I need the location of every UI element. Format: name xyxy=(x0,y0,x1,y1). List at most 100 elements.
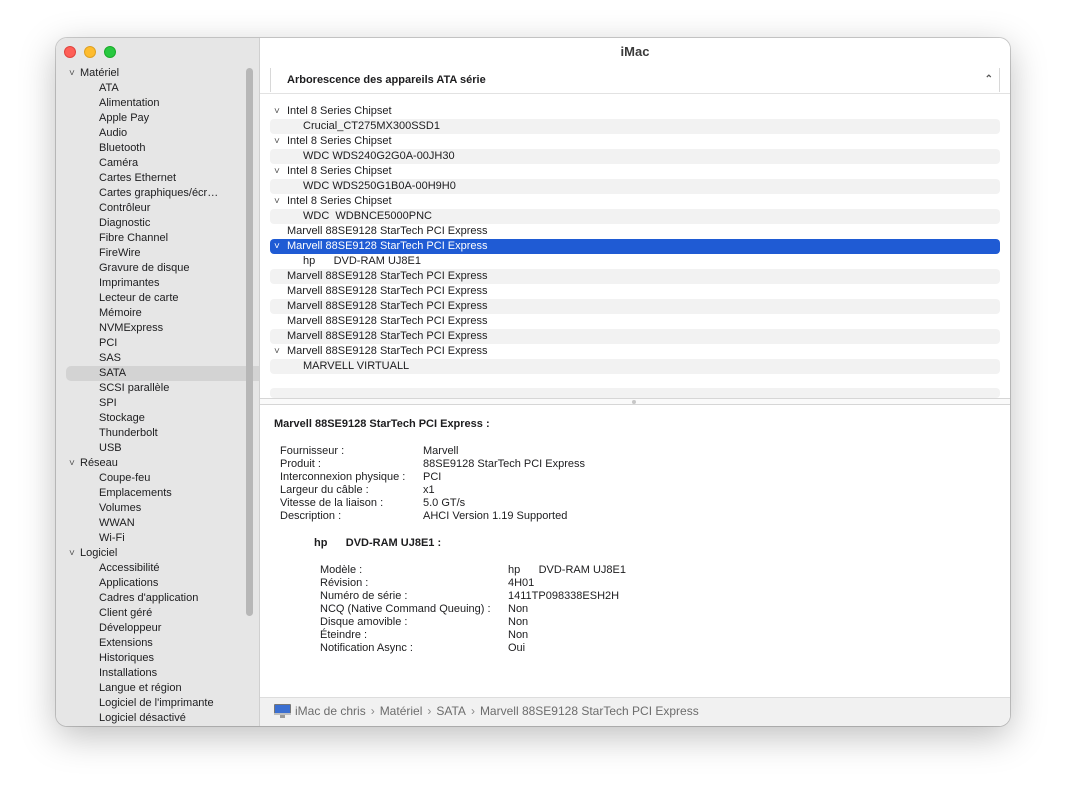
sidebar-item-controleur[interactable]: Contrôleur xyxy=(66,201,246,216)
sidebar-item-cartes-graphiques-ecr[interactable]: Cartes graphiques/écr… xyxy=(66,186,246,201)
sidebar-item-stockage[interactable]: Stockage xyxy=(66,411,246,426)
device-tree-device-row[interactable]: WDC WDBNCE5000PNC xyxy=(270,209,1000,224)
device-tree-device-row[interactable]: WDC WDS240G2G0A-00JH30 xyxy=(270,149,1000,164)
device-tree-device-row[interactable]: hp DVD-RAM UJ8E1 xyxy=(270,254,1000,269)
device-tree-controller-row[interactable]: Marvell 88SE9128 StarTech PCI Express xyxy=(270,299,1000,314)
breadcrumb: iMac de chris › Matériel › SATA › Marvell 88SE… xyxy=(295,704,699,718)
close-button[interactable] xyxy=(64,46,76,58)
device-tree-row-label: Intel 8 Series Chipset xyxy=(287,195,392,207)
device-tree-controller-row[interactable]: Marvell 88SE9128 StarTech PCI Express xyxy=(270,269,1000,284)
property-value: AHCI Version 1.19 Supported xyxy=(423,510,568,522)
sidebar-item-scsi-parallele[interactable]: SCSI parallèle xyxy=(66,381,246,396)
disclosure-chevron-down-icon[interactable]: ˅ xyxy=(274,134,280,149)
sidebar-item-memoire[interactable]: Mémoire xyxy=(66,306,246,321)
device-tree-row-label: WDC WDBNCE5000PNC xyxy=(303,210,432,222)
sidebar-item-audio[interactable]: Audio xyxy=(66,126,246,141)
device-tree-controller-row[interactable]: Marvell 88SE9128 StarTech PCI Express xyxy=(270,329,1000,344)
sidebar-item-fibre-channel[interactable]: Fibre Channel xyxy=(66,231,246,246)
sidebar-item-thunderbolt[interactable]: Thunderbolt xyxy=(66,426,246,441)
sidebar-item-alimentation[interactable]: Alimentation xyxy=(66,96,246,111)
device-tree-controller-row[interactable]: ˅ Marvell 88SE9128 StarTech PCI Express xyxy=(270,239,1000,254)
sidebar-item-cartes-ethernet[interactable]: Cartes Ethernet xyxy=(66,171,246,186)
sidebar-section-reseau[interactable]: ˅ Réseau xyxy=(66,456,246,471)
split-view-divider[interactable] xyxy=(260,398,1010,405)
chevron-down-icon[interactable]: ˅ xyxy=(69,456,80,471)
sidebar-item-coupe-feu[interactable]: Coupe-feu xyxy=(66,471,246,486)
property-value: hp DVD-RAM UJ8E1 xyxy=(508,564,626,576)
sidebar-item-developpeur[interactable]: Développeur xyxy=(66,621,246,636)
sidebar-item-wwan[interactable]: WWAN xyxy=(66,516,246,531)
device-tree-row-label: Intel 8 Series Chipset xyxy=(287,135,392,147)
sidebar-item-logiciel-de-l-imprimante[interactable]: Logiciel de l'imprimante xyxy=(66,696,246,711)
sidebar-item-extensions[interactable]: Extensions xyxy=(66,636,246,651)
breadcrumb-item[interactable]: iMac de chris xyxy=(295,704,366,718)
sidebar-item-wi-fi[interactable]: Wi-Fi xyxy=(66,531,246,546)
sidebar-item-langue-et-region[interactable]: Langue et région xyxy=(66,681,246,696)
disclosure-chevron-down-icon[interactable]: ˅ xyxy=(274,194,280,209)
sidebar-item-applications[interactable]: Applications xyxy=(66,576,246,591)
sidebar-item-lecteur-de-carte[interactable]: Lecteur de carte xyxy=(66,291,246,306)
sidebar-item-cadres-d-application[interactable]: Cadres d'application xyxy=(66,591,246,606)
sidebar: ˅ Matériel ATA Alimentation Apple Pay Audio Bl… xyxy=(56,38,260,726)
sidebar-item-camera[interactable]: Caméra xyxy=(66,156,246,171)
chevron-down-icon[interactable]: ˅ xyxy=(69,546,80,561)
sidebar-item-bluetooth[interactable]: Bluetooth xyxy=(66,141,246,156)
breadcrumb-item[interactable]: SATA xyxy=(436,704,466,718)
device-tree-controller-row[interactable]: ˅ Intel 8 Series Chipset xyxy=(270,164,1000,179)
sidebar-item-accessibilite[interactable]: Accessibilité xyxy=(66,561,246,576)
disclosure-chevron-down-icon[interactable]: ˅ xyxy=(274,104,280,119)
sidebar-item-gravure-de-disque[interactable]: Gravure de disque xyxy=(66,261,246,276)
detail-pane: Marvell 88SE9128 StarTech PCI Express : … xyxy=(260,405,1010,697)
property-label: Numéro de série : xyxy=(320,590,408,602)
sidebar-item-logiciel-desactive[interactable]: Logiciel désactivé xyxy=(66,711,246,726)
sidebar-item-diagnostic[interactable]: Diagnostic xyxy=(66,216,246,231)
sidebar-item-pci[interactable]: PCI xyxy=(66,336,246,351)
disclosure-chevron-down-icon[interactable]: ˅ xyxy=(274,344,280,359)
sidebar-section-materiel[interactable]: ˅ Matériel xyxy=(66,66,246,81)
sidebar-item-historiques[interactable]: Historiques xyxy=(66,651,246,666)
device-tree-controller-row[interactable]: ˅ Marvell 88SE9128 StarTech PCI Express xyxy=(270,344,1000,359)
sidebar-item-sata[interactable]: SATA xyxy=(66,366,259,381)
device-tree-controller-row[interactable]: Marvell 88SE9128 StarTech PCI Express xyxy=(270,314,1000,329)
property-value: x1 xyxy=(423,484,435,496)
sidebar-item-sas[interactable]: SAS xyxy=(66,351,246,366)
divider-handle-icon xyxy=(632,400,636,404)
sidebar-item-usb[interactable]: USB xyxy=(66,441,246,456)
device-tree-device-row[interactable]: Crucial_CT275MX300SSD1 xyxy=(270,119,1000,134)
property-label: Produit : xyxy=(280,458,321,470)
property-label: Éteindre : xyxy=(320,629,368,641)
sidebar-item-emplacements[interactable]: Emplacements xyxy=(66,486,246,501)
chevron-down-icon[interactable]: ˅ xyxy=(69,66,80,81)
sidebar-item-nvmexpress[interactable]: NVMExpress xyxy=(66,321,246,336)
sidebar-scrollbar[interactable] xyxy=(246,68,253,616)
device-tree-device-row[interactable]: WDC WDS250G1B0A-00H9H0 xyxy=(270,179,1000,194)
sidebar-item-spi[interactable]: SPI xyxy=(66,396,246,411)
sidebar-item-firewire[interactable]: FireWire xyxy=(66,246,246,261)
sidebar-item-apple-pay[interactable]: Apple Pay xyxy=(66,111,246,126)
zoom-button[interactable] xyxy=(104,46,116,58)
sidebar-item-ata[interactable]: ATA xyxy=(66,81,246,96)
minimize-button[interactable] xyxy=(84,46,96,58)
device-tree-row-label: Marvell 88SE9128 StarTech PCI Express xyxy=(287,345,488,357)
sidebar-item-client-gere[interactable]: Client géré xyxy=(66,606,246,621)
device-tree-controller-row[interactable]: ˅ Intel 8 Series Chipset xyxy=(270,134,1000,149)
device-tree-device-row[interactable]: MARVELL VIRTUALL xyxy=(270,359,1000,374)
sidebar-tree: ˅ Matériel ATA Alimentation Apple Pay Audio Bl… xyxy=(66,66,259,726)
device-tree-controller-row[interactable]: Marvell 88SE9128 StarTech PCI Express xyxy=(270,224,1000,239)
disclosure-chevron-down-icon[interactable]: ˅ xyxy=(274,164,280,179)
breadcrumb-item[interactable]: Marvell 88SE9128 StarTech PCI Express xyxy=(480,704,699,718)
device-tree-controller-row[interactable]: ˅ Intel 8 Series Chipset xyxy=(270,104,1000,119)
sidebar-item-imprimantes[interactable]: Imprimantes xyxy=(66,276,246,291)
breadcrumb-item[interactable]: Matériel xyxy=(380,704,423,718)
device-tree-controller-row[interactable]: Marvell 88SE9128 StarTech PCI Express xyxy=(270,284,1000,299)
property-label: NCQ (Native Command Queuing) : xyxy=(320,603,491,615)
column-header[interactable]: Arborescence des appareils ATA série ⌃ xyxy=(270,68,1000,92)
sidebar-section-logiciel[interactable]: ˅ Logiciel xyxy=(66,546,246,561)
sidebar-item-installations[interactable]: Installations xyxy=(66,666,246,681)
device-title: hp DVD-RAM UJ8E1 : xyxy=(314,537,442,549)
device-tree-controller-row[interactable]: ˅ Intel 8 Series Chipset xyxy=(270,194,1000,209)
sort-ascending-icon[interactable]: ⌃ xyxy=(985,68,993,92)
disclosure-chevron-down-icon[interactable]: ˅ xyxy=(274,239,280,254)
sidebar-item-volumes[interactable]: Volumes xyxy=(66,501,246,516)
sidebar-section-label: Logiciel xyxy=(80,547,118,559)
